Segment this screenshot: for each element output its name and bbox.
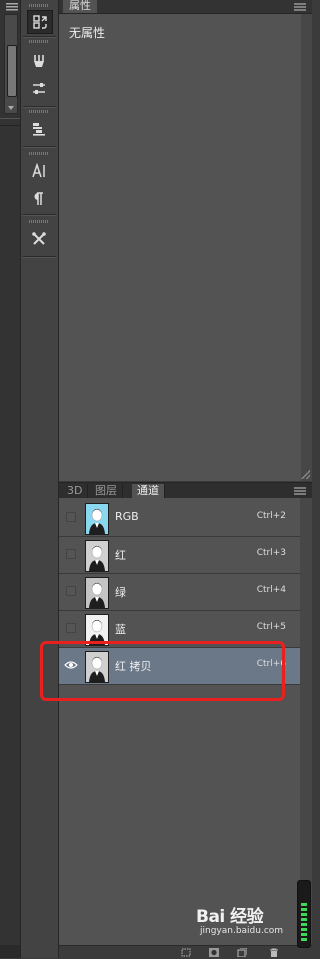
properties-scrollbar[interactable]	[301, 14, 312, 481]
channel-name: 绿	[115, 586, 126, 599]
divider	[23, 36, 56, 37]
history-icon[interactable]	[27, 10, 53, 34]
channels-header: 3D 图层 通道	[59, 482, 312, 498]
channel-row[interactable]: RGB Ctrl+2	[59, 500, 300, 537]
left-scrollbar[interactable]	[4, 14, 18, 114]
channel-thumbnail	[85, 503, 109, 535]
divider	[23, 256, 56, 257]
panel-menu-icon[interactable]	[294, 3, 306, 11]
drag-grip[interactable]	[29, 4, 49, 7]
channels-scrollbar[interactable]	[300, 498, 312, 945]
properties-panel: 无属性	[59, 14, 312, 481]
watermark-url: jingyan.baidu.com	[200, 926, 284, 936]
panel-dock: 属性 无属性 3D 图层 通道 RGB Ctrl+2 红 Ctrl+3 绿 Ctrl+4 蓝…	[59, 0, 312, 959]
channel-shortcut: Ctrl+3	[256, 548, 286, 558]
drag-grip[interactable]	[29, 220, 49, 223]
channel-name: 蓝	[115, 623, 126, 636]
channel-shortcut: Ctrl+2	[256, 511, 286, 521]
left-footer	[0, 945, 20, 958]
scroll-down-icon[interactable]	[8, 106, 14, 110]
divider	[23, 106, 56, 107]
channel-row[interactable]: 绿 Ctrl+4	[59, 574, 300, 611]
channel-thumbnail	[85, 577, 109, 609]
no-properties-text: 无属性	[69, 26, 106, 40]
load-selection-icon[interactable]	[181, 948, 191, 957]
drag-grip[interactable]	[29, 110, 49, 113]
tool-presets-icon[interactable]	[27, 228, 51, 250]
clone-source-icon[interactable]	[27, 118, 51, 140]
brush-presets-icon[interactable]	[27, 50, 51, 72]
divider	[23, 214, 56, 215]
panel-icon-column	[21, 0, 59, 958]
tab-properties[interactable]: 属性	[63, 0, 97, 13]
scroll-thumb[interactable]	[7, 45, 17, 97]
visibility-toggle[interactable]	[66, 586, 76, 596]
panel-menu-icon[interactable]	[294, 487, 306, 495]
resize-grip-icon[interactable]	[301, 470, 310, 479]
divider	[0, 118, 20, 126]
highlight-annotation	[40, 641, 285, 701]
divider	[23, 146, 56, 147]
tab-layers[interactable]: 图层	[90, 484, 123, 498]
panel-menu-icon[interactable]	[6, 3, 18, 11]
channel-thumbnail	[85, 540, 109, 572]
channels-list: RGB Ctrl+2 红 Ctrl+3 绿 Ctrl+4 蓝 Ctrl+5 红 拷贝 Ctrl+6	[59, 498, 300, 945]
paragraph-icon[interactable]	[27, 188, 51, 210]
visibility-toggle[interactable]	[66, 549, 76, 559]
drag-grip[interactable]	[29, 40, 49, 43]
properties-header: 属性	[59, 0, 312, 14]
tab-channels[interactable]: 通道	[132, 484, 165, 498]
channel-name: RGB	[115, 510, 139, 523]
watermark-logo: Bai 经验	[196, 907, 264, 927]
baidu-watermark: Bai 经验 jingyan.baidu.com	[196, 902, 312, 958]
left-dock-strip	[0, 0, 21, 958]
character-icon[interactable]	[27, 160, 51, 182]
channel-name: 红	[115, 549, 126, 562]
visibility-toggle[interactable]	[66, 512, 76, 522]
channel-shortcut: Ctrl+5	[256, 622, 286, 632]
drag-grip[interactable]	[29, 152, 49, 155]
adjustments-icon[interactable]	[27, 78, 51, 100]
channel-row[interactable]: 红 Ctrl+3	[59, 537, 300, 574]
visibility-toggle[interactable]	[66, 623, 76, 633]
tab-3d[interactable]: 3D	[62, 484, 89, 498]
channel-shortcut: Ctrl+4	[256, 585, 286, 595]
